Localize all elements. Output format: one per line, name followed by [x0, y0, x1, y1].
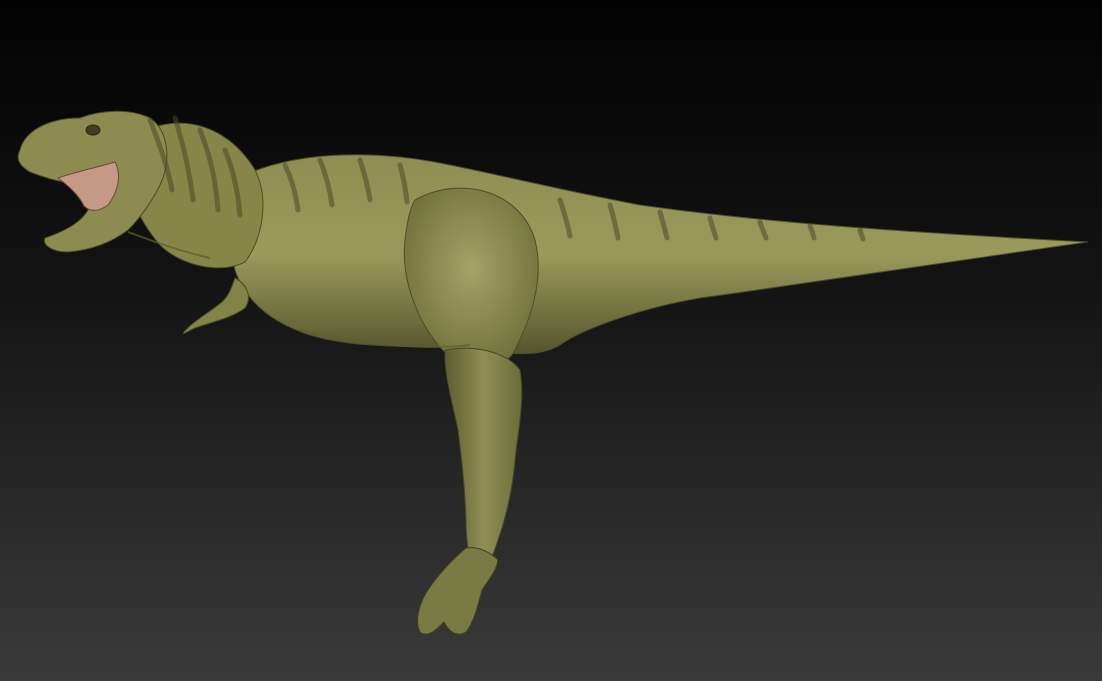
sculpt-viewport[interactable] — [0, 0, 1102, 681]
dinosaur-eye — [85, 124, 101, 136]
viewport-canvas — [0, 0, 1102, 681]
